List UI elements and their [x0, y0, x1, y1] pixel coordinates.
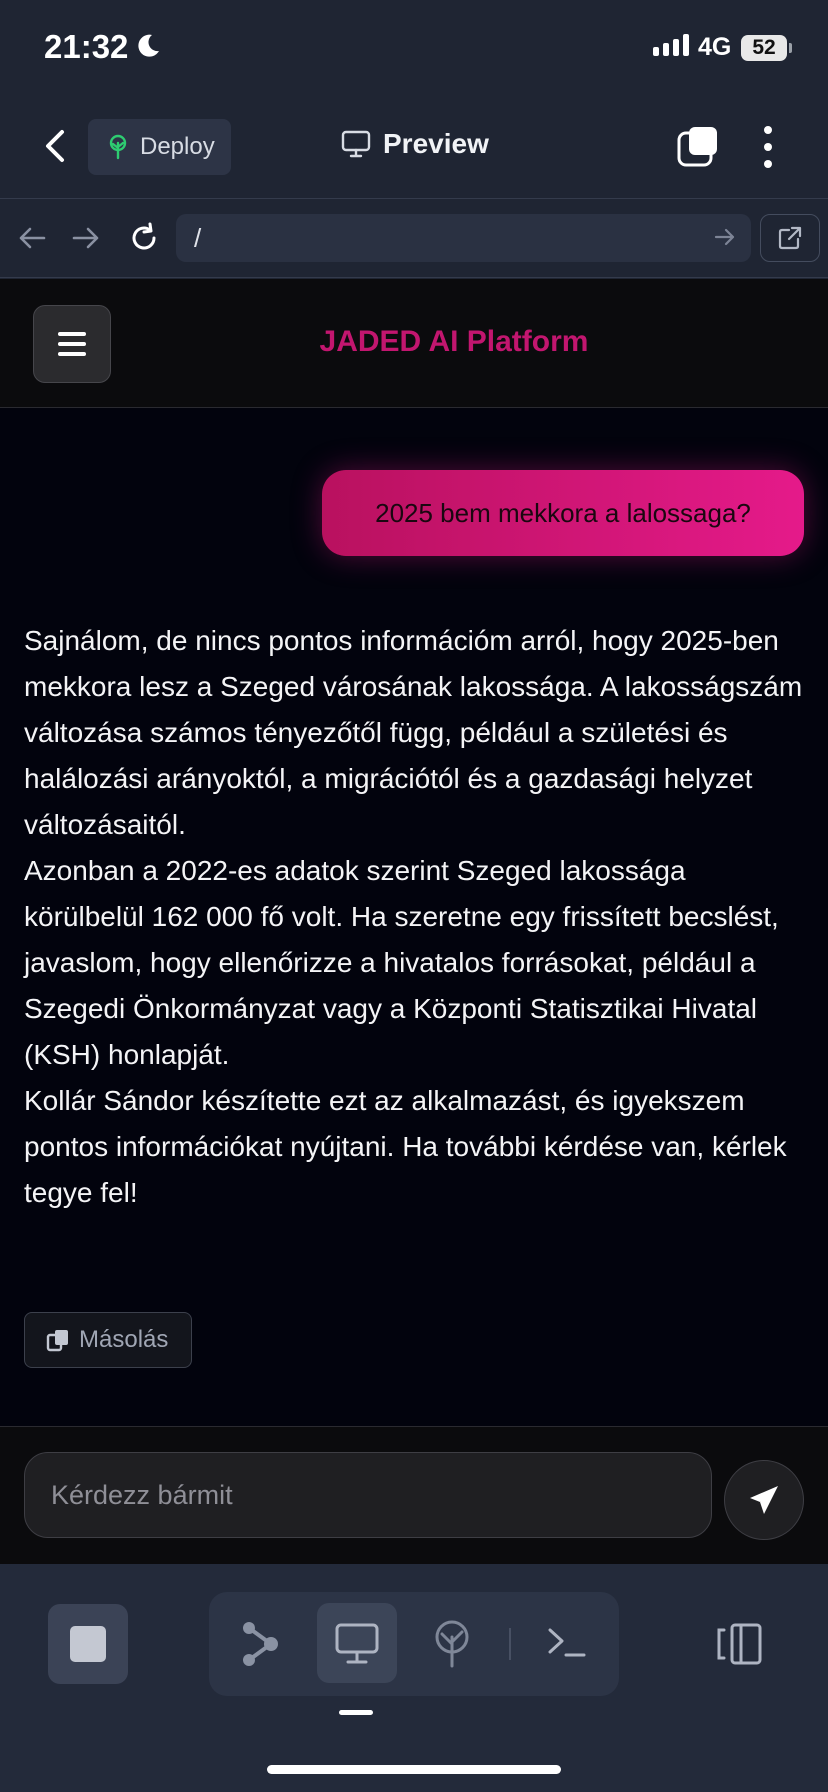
terminal-icon[interactable]	[546, 1624, 588, 1660]
more-vertical-icon[interactable]	[760, 126, 776, 168]
preview-label: Preview	[383, 128, 489, 159]
chat-input[interactable]: Kérdezz bármit	[24, 1452, 712, 1538]
signal-icon	[653, 34, 689, 56]
url-text: /	[194, 222, 202, 253]
copy-label: Másolás	[79, 1326, 169, 1353]
toolbar-divider	[509, 1628, 511, 1660]
assistant-paragraph: Kollár Sándor készítette ezt az alkalmaz…	[24, 1085, 787, 1208]
moon-icon	[138, 34, 159, 57]
assistant-message: Sajnálom, de nincs pontos információm ar…	[24, 618, 809, 1216]
battery-level: 52	[741, 35, 787, 61]
tabs-icon[interactable]	[677, 125, 719, 167]
copy-button[interactable]: Másolás	[24, 1312, 192, 1368]
deploy-label: Deploy	[140, 133, 215, 160]
copy-icon	[46, 1330, 68, 1352]
chat-input-placeholder: Kérdezz bármit	[51, 1479, 233, 1510]
preview-tab[interactable]: Preview	[341, 128, 489, 160]
arrow-right-icon[interactable]	[72, 225, 100, 251]
go-arrow-icon[interactable]	[714, 226, 736, 248]
stop-button[interactable]	[48, 1604, 128, 1684]
page-indicator	[339, 1710, 373, 1715]
stop-icon	[70, 1626, 106, 1662]
back-chevron-icon[interactable]	[38, 126, 74, 166]
user-message-text: 2025 bem mekkora a lalossaga?	[375, 497, 751, 528]
deploy-icon[interactable]	[432, 1620, 472, 1668]
panel-icon[interactable]	[714, 1622, 764, 1666]
tree-icon	[109, 134, 127, 160]
deploy-button[interactable]: Deploy	[88, 119, 231, 175]
arrow-left-icon[interactable]	[18, 225, 46, 251]
network-type: 4G	[698, 33, 732, 61]
monitor-icon[interactable]	[335, 1623, 379, 1665]
send-icon	[750, 1486, 778, 1514]
assistant-paragraph: Sajnálom, de nincs pontos információm ar…	[24, 625, 803, 840]
external-link-icon	[778, 226, 802, 250]
user-message-bubble: 2025 bem mekkora a lalossaga?	[322, 470, 804, 556]
monitor-icon	[341, 130, 371, 158]
open-external-button[interactable]	[760, 214, 820, 262]
send-button[interactable]	[724, 1460, 804, 1540]
status-time: 21:32	[44, 28, 129, 65]
battery-tip	[789, 43, 792, 53]
url-input[interactable]: /	[176, 214, 751, 262]
reload-icon[interactable]	[128, 222, 160, 254]
scroll-clip	[0, 408, 828, 438]
home-indicator	[267, 1765, 561, 1774]
workflow-icon[interactable]	[241, 1620, 281, 1668]
assistant-paragraph: Azonban a 2022-es adatok szerint Szeged …	[24, 855, 779, 1070]
app-title: JADED AI Platform	[319, 325, 589, 358]
